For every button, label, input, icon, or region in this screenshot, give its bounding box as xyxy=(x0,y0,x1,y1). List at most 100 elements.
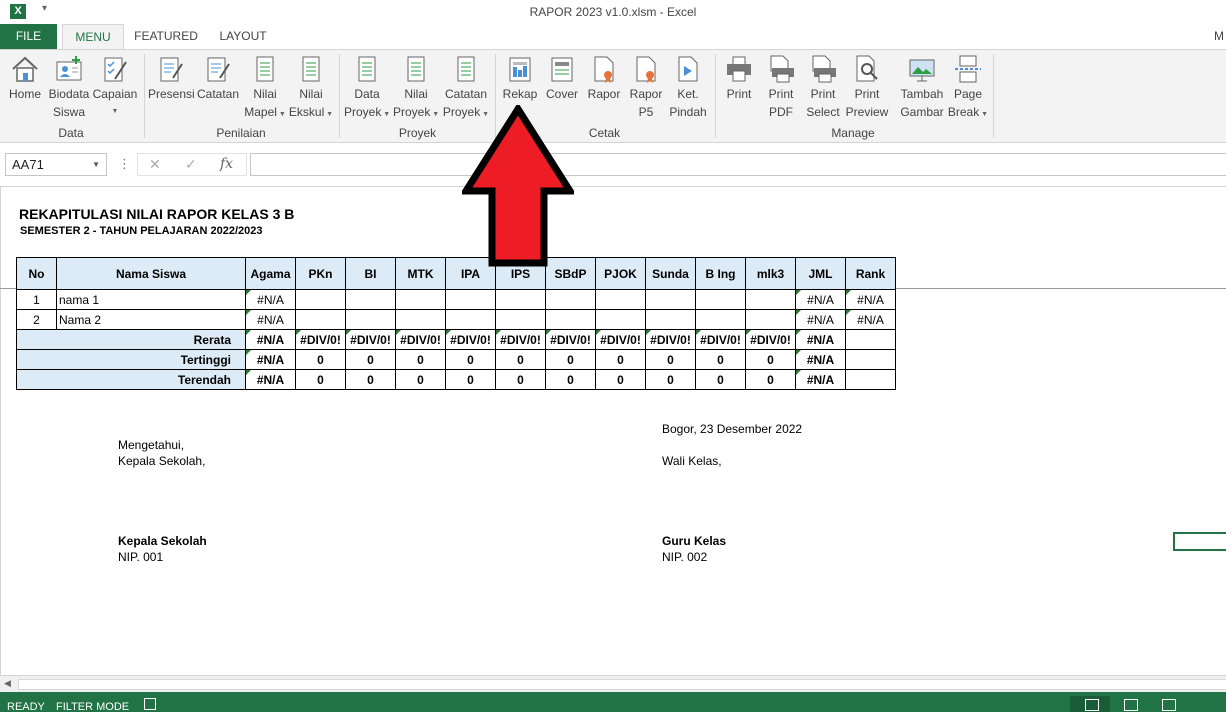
capaian-button[interactable]: Capaian ▼ xyxy=(92,54,138,124)
cell[interactable]: #N/A xyxy=(245,309,296,330)
header-cell[interactable]: MTK xyxy=(395,257,446,290)
cell[interactable] xyxy=(445,309,496,330)
horizontal-scrollbar[interactable]: ◀ xyxy=(0,675,1226,692)
header-cell[interactable]: Nama Siswa xyxy=(56,257,246,290)
cell[interactable]: 0 xyxy=(545,349,596,370)
enter-icon[interactable]: ✓ xyxy=(185,156,197,173)
header-cell[interactable]: Sunda xyxy=(645,257,696,290)
summary-label[interactable]: Rerata xyxy=(16,329,246,350)
cell[interactable]: 0 xyxy=(695,369,746,390)
cell[interactable]: #DIV/0! xyxy=(445,329,496,350)
header-cell[interactable]: B Ing xyxy=(695,257,746,290)
tab-layout[interactable]: LAYOUT xyxy=(213,24,273,49)
header-cell[interactable]: mlk3 xyxy=(745,257,796,290)
cell[interactable]: #N/A xyxy=(795,349,846,370)
cell[interactable] xyxy=(345,289,396,310)
cell[interactable] xyxy=(845,369,896,390)
cell[interactable]: #N/A xyxy=(245,349,296,370)
cell[interactable]: Nama 2 xyxy=(56,309,246,330)
cell[interactable]: #DIV/0! xyxy=(695,329,746,350)
cell[interactable]: nama 1 xyxy=(56,289,246,310)
cell[interactable]: 0 xyxy=(395,369,446,390)
cell[interactable]: 0 xyxy=(695,349,746,370)
summary-label[interactable]: Terendah xyxy=(16,369,246,390)
cell[interactable]: #N/A xyxy=(245,289,296,310)
print-preview-button[interactable]: Print Preview xyxy=(844,54,890,124)
cell[interactable] xyxy=(295,309,346,330)
formula-input[interactable] xyxy=(250,153,1226,176)
cell[interactable]: #N/A xyxy=(795,369,846,390)
header-cell[interactable]: Rank xyxy=(845,257,896,290)
nilai-ekskul-button[interactable]: Nilai Ekskul ▼ xyxy=(288,54,334,124)
data-proyek-button[interactable]: Data Proyek ▼ xyxy=(344,54,390,124)
header-cell[interactable]: PJOK xyxy=(595,257,646,290)
cell[interactable] xyxy=(495,289,546,310)
cell[interactable]: #N/A xyxy=(245,329,296,350)
print-pdf-button[interactable]: Print PDF xyxy=(760,54,802,124)
active-cell[interactable] xyxy=(1173,532,1226,551)
cell[interactable]: 0 xyxy=(495,349,546,370)
cell[interactable]: 0 xyxy=(345,369,396,390)
cell[interactable]: #DIV/0! xyxy=(395,329,446,350)
print-button[interactable]: Print xyxy=(718,54,760,124)
nilai-mapel-button[interactable]: Nilai Mapel ▼ xyxy=(242,54,288,124)
cell[interactable] xyxy=(845,349,896,370)
presensi-button[interactable]: Presensi xyxy=(148,54,195,124)
cell[interactable]: 1 xyxy=(16,289,57,310)
cell[interactable]: #DIV/0! xyxy=(545,329,596,350)
cell[interactable]: #N/A xyxy=(845,289,896,310)
cell[interactable]: 0 xyxy=(745,369,796,390)
cell[interactable] xyxy=(695,309,746,330)
header-cell[interactable]: BI xyxy=(345,257,396,290)
header-cell[interactable]: Agama xyxy=(245,257,296,290)
catatan-button[interactable]: Catatan xyxy=(196,54,240,124)
cell[interactable]: #N/A xyxy=(245,369,296,390)
name-box[interactable]: AA71 ▼ xyxy=(5,153,107,176)
cell[interactable]: 2 xyxy=(16,309,57,330)
cell[interactable]: #DIV/0! xyxy=(745,329,796,350)
insert-function-icon[interactable]: fx xyxy=(220,156,233,172)
cell[interactable] xyxy=(545,309,596,330)
cell[interactable]: 0 xyxy=(545,369,596,390)
cell[interactable] xyxy=(845,329,896,350)
cell[interactable]: 0 xyxy=(395,349,446,370)
page-layout-view-icon[interactable] xyxy=(1124,699,1138,711)
normal-view-icon[interactable] xyxy=(1085,699,1099,711)
page-break-preview-icon[interactable] xyxy=(1162,699,1176,711)
cell[interactable] xyxy=(595,309,646,330)
cell[interactable]: 0 xyxy=(495,369,546,390)
cell[interactable]: #N/A xyxy=(795,289,846,310)
cell[interactable]: #N/A xyxy=(795,329,846,350)
cell[interactable] xyxy=(445,289,496,310)
cell[interactable]: #N/A xyxy=(845,309,896,330)
home-button[interactable]: Home xyxy=(4,54,46,124)
ket-pindah-button[interactable]: Ket. Pindah xyxy=(666,54,710,124)
macro-record-icon[interactable] xyxy=(144,698,156,710)
tambah-gambar-button[interactable]: Tambah Gambar xyxy=(898,54,946,124)
cell[interactable]: #DIV/0! xyxy=(295,329,346,350)
cell[interactable] xyxy=(345,309,396,330)
page-break-button[interactable]: Page Break ▼ xyxy=(946,54,990,124)
biodata-siswa-button[interactable]: Biodata Siswa xyxy=(46,54,92,124)
scroll-left-icon[interactable]: ◀ xyxy=(4,678,11,689)
cell[interactable] xyxy=(745,309,796,330)
nilai-proyek-button[interactable]: Nilai Proyek ▼ xyxy=(393,54,439,124)
cell[interactable]: #DIV/0! xyxy=(345,329,396,350)
cancel-icon[interactable]: ✕ xyxy=(149,156,161,173)
cell[interactable]: #DIV/0! xyxy=(595,329,646,350)
header-cell[interactable]: PKn xyxy=(295,257,346,290)
cell[interactable] xyxy=(695,289,746,310)
print-select-button[interactable]: Print Select xyxy=(802,54,844,124)
tab-featured[interactable]: FEATURED xyxy=(131,24,201,49)
tab-overflow[interactable]: M xyxy=(1214,24,1226,49)
summary-label[interactable]: Tertinggi xyxy=(16,349,246,370)
cell[interactable] xyxy=(645,309,696,330)
chevron-down-icon[interactable]: ▼ xyxy=(92,154,100,175)
cell[interactable]: 0 xyxy=(445,369,496,390)
cell[interactable] xyxy=(495,309,546,330)
rapor-button[interactable]: Rapor xyxy=(584,54,624,124)
cell[interactable]: #N/A xyxy=(795,309,846,330)
cell[interactable] xyxy=(645,289,696,310)
scroll-track[interactable] xyxy=(18,679,1226,690)
more-options-icon[interactable]: ⋮ xyxy=(118,156,131,172)
